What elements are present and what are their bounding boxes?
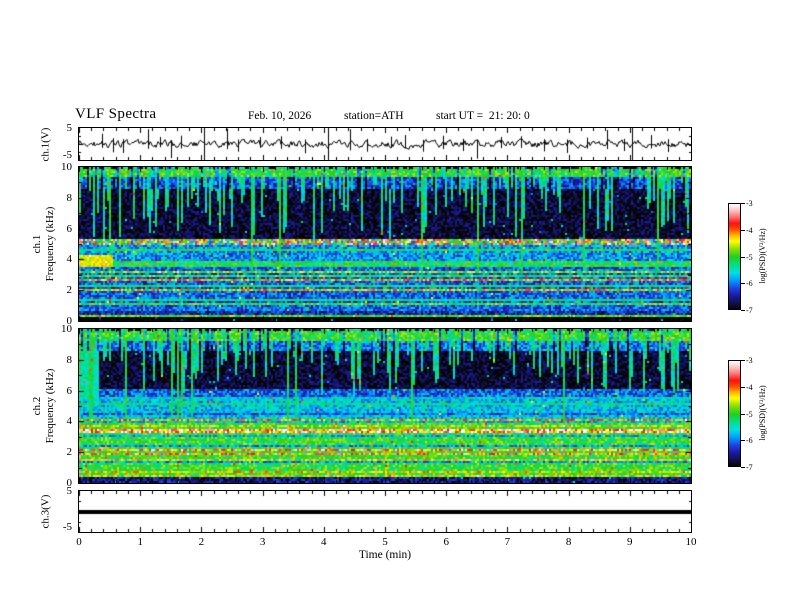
y-axis-tick-label: 2: [66, 446, 73, 459]
ch2-axis-label-line2: Frequency (kHz): [44, 368, 56, 444]
colorbar-tick-mark: [741, 283, 745, 284]
figure-title: VLF Spectra: [75, 106, 157, 122]
y-axis-tick-label: 4: [66, 415, 73, 428]
ch1-waveform-panel: [78, 127, 692, 161]
y-axis-tick-label: 6: [66, 222, 73, 235]
colorbar-tick-mark: [741, 387, 745, 388]
ch2-frequency-axis-label: ch.2 Frequency (kHz): [31, 328, 57, 484]
ch1-frequency-axis-label: ch.1 Frequency (kHz): [31, 166, 57, 322]
ch2-colorbar: [728, 360, 741, 467]
colorbar-tick-label: -7: [746, 463, 753, 472]
y-axis-tick-label: 4: [66, 253, 73, 266]
y-axis-tick-label: -5: [62, 521, 72, 533]
ch1-spectrogram-panel: [78, 166, 692, 322]
figure-date: Feb. 10, 2026: [248, 110, 312, 122]
ch3-waveform-panel: [78, 490, 692, 533]
colorbar-tick-label: -6: [746, 279, 753, 288]
colorbar-tick-mark: [741, 467, 745, 468]
x-axis-tick-label: 2: [198, 536, 205, 548]
ch1-axis-label-line2: Frequency (kHz): [44, 206, 56, 282]
time-axis-label: Time (min): [358, 549, 412, 561]
ch1-spectrogram-canvas: [79, 167, 691, 321]
colorbar-tick-label: -4: [746, 226, 753, 235]
x-axis-tick-label: 9: [627, 536, 633, 548]
y-axis-tick-label: -5: [62, 149, 72, 161]
x-axis-tick-label: 1: [137, 536, 143, 548]
y-axis-tick-label: 8: [66, 353, 73, 366]
ch1-waveform-canvas: [79, 128, 691, 160]
ch3-waveform-canvas: [79, 491, 691, 532]
y-axis-tick-label: 8: [66, 191, 73, 204]
y-axis-tick-label: 10: [61, 323, 72, 335]
x-axis-tick-label: 0: [76, 536, 82, 548]
y-axis-tick-label: 5: [66, 122, 73, 134]
colorbar-tick-label: -3: [746, 356, 753, 365]
colorbar-tick-label: -6: [746, 436, 753, 445]
x-axis-tick-label: 5: [382, 536, 388, 548]
start-ut-label: start UT = 21: 20: 0: [436, 110, 530, 122]
ch2-spectrogram-panel: [78, 328, 692, 484]
ch1-colorbar-canvas: [729, 204, 740, 309]
ch1-axis-label-line1: ch.1: [31, 234, 43, 254]
colorbar-tick-label: -4: [746, 383, 753, 392]
x-axis-tick-label: 10: [685, 536, 697, 548]
ch1-colorbar: [728, 203, 741, 310]
colorbar-tick-mark: [741, 203, 745, 204]
ch2-axis-label-line1: ch.2: [31, 396, 43, 416]
x-axis-tick-label: 4: [321, 536, 327, 548]
x-axis-tick-label: 6: [443, 536, 449, 548]
colorbar-tick-label: -3: [746, 199, 753, 208]
x-axis-tick-label: 3: [259, 536, 266, 548]
ch2-colorbar-canvas: [729, 361, 740, 466]
station-label: station=ATH: [344, 110, 404, 122]
y-axis-tick-label: 6: [66, 384, 73, 397]
colorbar-tick-label: -7: [746, 306, 753, 315]
y-axis-tick-label: 2: [66, 284, 73, 297]
x-axis-tick-label: 7: [504, 536, 511, 548]
colorbar-tick-mark: [741, 310, 745, 311]
colorbar-tick-label: -5: [746, 410, 753, 419]
colorbar-tick-mark: [741, 360, 745, 361]
y-axis-tick-label: 5: [66, 485, 73, 497]
colorbar-tick-label: -5: [746, 253, 753, 262]
colorbar-tick-mark: [741, 230, 745, 231]
colorbar-tick-mark: [741, 440, 745, 441]
colorbar-tick-mark: [741, 257, 745, 258]
vlf-spectra-figure: VLF Spectra Feb. 10, 2026 station=ATH st…: [0, 0, 792, 612]
colorbar-tick-mark: [741, 414, 745, 415]
y-axis-tick-label: 10: [61, 161, 72, 173]
ch2-spectrogram-canvas: [79, 329, 691, 483]
x-axis-tick-label: 8: [565, 536, 572, 548]
